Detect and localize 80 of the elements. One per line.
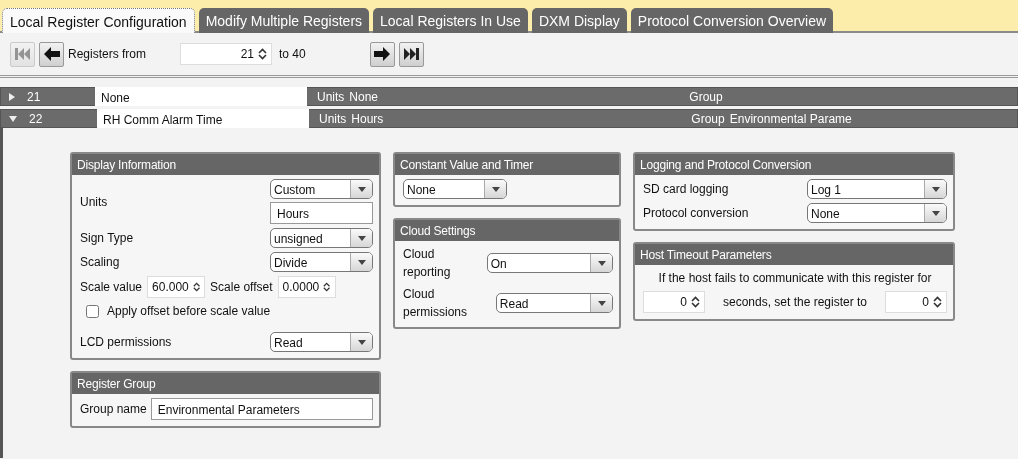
caret-icon: [357, 235, 366, 241]
field-label: Cloud permissions: [403, 286, 469, 321]
caret-icon: [931, 210, 940, 216]
spin-field[interactable]: 0.0000: [277, 276, 336, 298]
text-field[interactable]: Hours: [270, 202, 373, 224]
units-value: Hours: [351, 110, 385, 128]
caret-icon: [597, 300, 606, 306]
dropdown[interactable]: None: [807, 203, 947, 223]
range-label: Registers from: [68, 46, 147, 63]
spin-field[interactable]: 60.000: [147, 276, 206, 298]
name-field[interactable]: None: [95, 87, 307, 106]
dropdown[interactable]: Read: [495, 293, 613, 313]
dropdown[interactable]: Log 1: [807, 179, 947, 199]
next-button[interactable]: [369, 41, 395, 67]
dropdown[interactable]: None: [403, 179, 507, 199]
first-icon: [13, 46, 32, 62]
panel-title: Logging and Protocol Conversion: [635, 154, 953, 175]
instruction-text: seconds, set the register to: [722, 294, 868, 311]
register-number: 22: [29, 110, 44, 128]
caret-icon: [357, 339, 366, 345]
group-label: Group: [691, 110, 725, 128]
register-row[interactable]: 21 None Units None Group: [0, 87, 1018, 106]
checkbox[interactable]: [86, 304, 99, 318]
spinner-icon: [323, 281, 331, 293]
checkbox-label: Apply offset before scale value: [107, 303, 271, 320]
panel-title: Register Group: [72, 373, 379, 394]
spinner-icon: [691, 296, 700, 308]
units-label: Units: [317, 88, 345, 106]
caret-icon: [491, 186, 500, 192]
caret-icon: [357, 186, 366, 192]
panel-title: Constant Value and Timer: [395, 154, 619, 175]
panel-title: Cloud Settings: [395, 220, 619, 241]
field-label: Scale value: [80, 279, 143, 296]
field-label: Units: [80, 193, 108, 211]
previous-button[interactable]: [39, 41, 64, 67]
caret-icon: [357, 259, 366, 265]
tab[interactable]: Modify Multiple Registers: [198, 8, 370, 33]
field-label: Protocol conversion: [643, 205, 749, 222]
spin-field[interactable]: 0: [885, 291, 947, 313]
tab[interactable]: DXM Display: [531, 8, 627, 33]
instruction-text: If the host fails to communicate with this register for: [658, 270, 932, 287]
caret-icon: [597, 260, 606, 266]
spinner-icon: [933, 296, 942, 308]
spin-field[interactable]: 21: [180, 43, 273, 65]
dropdown[interactable]: unsigned: [270, 228, 373, 248]
last-icon: [402, 46, 421, 62]
dropdown[interactable]: Read: [270, 332, 373, 352]
units-label: Units: [319, 110, 347, 128]
group-label: Group: [689, 88, 723, 106]
range-label: to 40: [279, 46, 306, 63]
field-label: Cloud reporting: [403, 246, 452, 281]
spinner-icon: [192, 281, 201, 293]
dropdown[interactable]: On: [486, 253, 613, 273]
field-label: Scaling: [80, 254, 120, 271]
tab[interactable]: Local Register Configuration: [2, 8, 195, 33]
tab[interactable]: Local Registers In Use: [373, 8, 528, 33]
collapse-icon: [9, 115, 17, 122]
panel-title: Host Timeout Parameters: [635, 244, 953, 265]
last-button[interactable]: [398, 41, 424, 67]
dropdown[interactable]: Custom: [270, 179, 373, 199]
field-label: SD card logging: [643, 181, 729, 198]
previous-icon: [42, 46, 61, 62]
next-icon: [373, 46, 392, 62]
spinner-icon: [258, 48, 268, 60]
field-label: Sign Type: [80, 230, 134, 247]
field-label: LCD permissions: [80, 334, 172, 351]
panel-title: Display Information: [72, 154, 379, 175]
tab[interactable]: Protocol Conversion Overview: [630, 8, 834, 33]
name-field[interactable]: RH Comm Alarm Time: [97, 109, 309, 128]
dropdown[interactable]: Divide: [270, 252, 373, 272]
register-row[interactable]: 22 RH Comm Alarm Time Units Hours Group Environmental Parame: [0, 109, 1018, 128]
units-value: None: [349, 88, 380, 106]
text-field[interactable]: Environmental Parameters: [150, 398, 373, 420]
group-value: Environmental Parame: [729, 110, 852, 128]
register-number: 21: [27, 88, 42, 106]
expand-icon: [9, 92, 15, 101]
field-label: Scale offset: [210, 279, 273, 296]
caret-icon: [931, 186, 940, 192]
spin-field[interactable]: 0: [643, 291, 705, 313]
field-label: Group name: [80, 401, 147, 418]
